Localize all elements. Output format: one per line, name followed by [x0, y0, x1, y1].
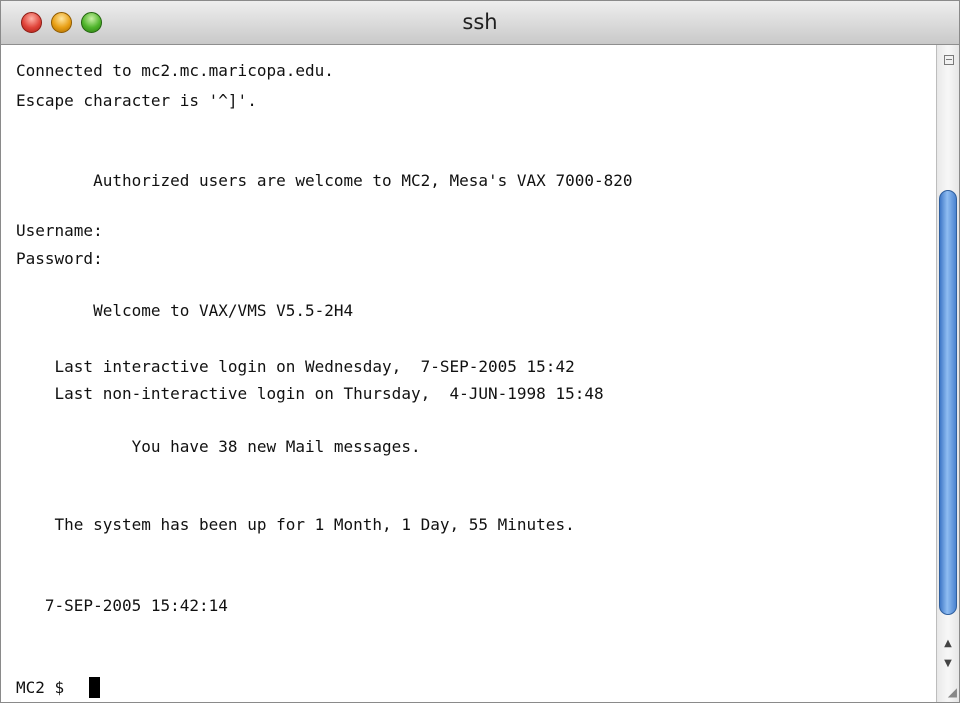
terminal-line-last-noninteractive: Last non-interactive login on Thursday, … — [16, 384, 604, 403]
scroll-up-arrow-icon[interactable]: ▲ — [937, 635, 959, 653]
vertical-scrollbar[interactable]: ▲ ▼ — [936, 45, 959, 702]
terminal-line-last-interactive: Last interactive login on Wednesday, 7-S… — [16, 357, 575, 376]
split-pane-icon[interactable] — [944, 55, 954, 65]
terminal-line-password: Password: — [16, 249, 103, 268]
scrollbar-thumb[interactable] — [939, 190, 957, 615]
terminal-prompt[interactable]: MC2 $ — [16, 678, 74, 698]
resize-grip-icon[interactable]: ◢ — [939, 683, 957, 701]
terminal-line-banner: Authorized users are welcome to MC2, Mes… — [16, 171, 633, 190]
terminal-line-mail: You have 38 new Mail messages. — [16, 437, 421, 456]
terminal-line-connected: Connected to mc2.mc.maricopa.edu. — [16, 61, 334, 80]
terminal-output[interactable]: Connected to mc2.mc.maricopa.edu. Escape… — [1, 45, 936, 702]
title-bar[interactable]: ssh — [1, 1, 959, 45]
terminal-line-username: Username: — [16, 221, 103, 240]
terminal-line-timestamp: 7-SEP-2005 15:42:14 — [16, 596, 228, 615]
ssh-terminal-window: ssh Connected to mc2.mc.maricopa.edu. Es… — [0, 0, 960, 703]
terminal-line-welcome: Welcome to VAX/VMS V5.5-2H4 — [16, 301, 354, 320]
terminal-line-uptime: The system has been up for 1 Month, 1 Da… — [16, 515, 575, 534]
terminal-line-escape: Escape character is '^]'. — [16, 91, 257, 110]
window-title: ssh — [462, 10, 498, 34]
terminal-cursor — [89, 677, 100, 698]
scroll-down-arrow-icon[interactable]: ▼ — [937, 655, 959, 673]
